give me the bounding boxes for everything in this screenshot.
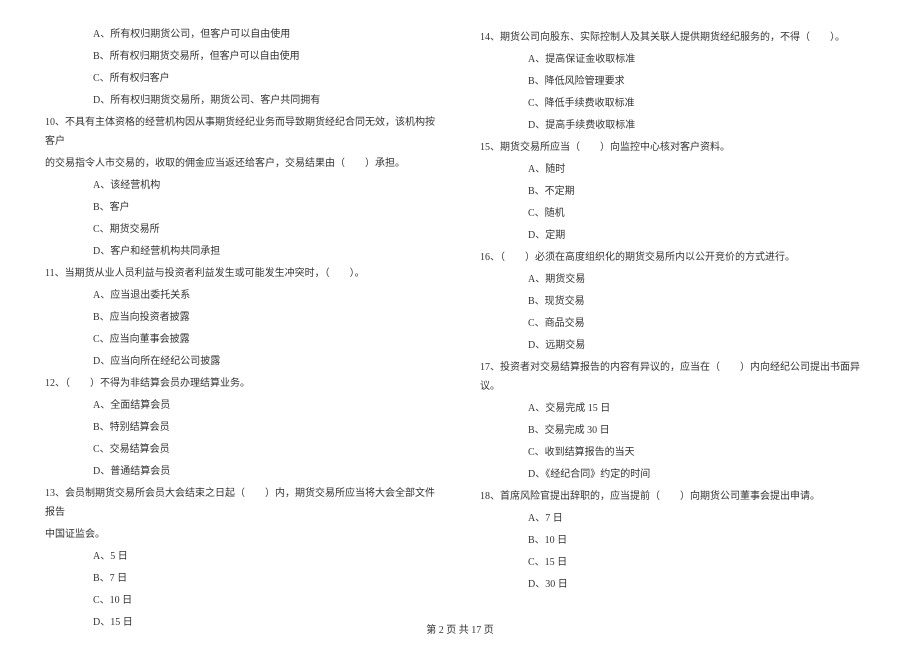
q13-option-b: B、7 日 <box>45 569 440 588</box>
q15-text: 15、期货交易所应当（ ）向监控中心核对客户资料。 <box>480 138 875 157</box>
q9-option-a: A、所有权归期货公司，但客户可以自由使用 <box>45 25 440 44</box>
q9-option-b: B、所有权归期货交易所，但客户可以自由使用 <box>45 47 440 66</box>
q13-text-line1: 13、会员制期货交易所会员大会结束之日起（ ）内，期货交易所应当将大会全部文件报… <box>45 484 440 522</box>
q14-option-b: B、降低风险管理要求 <box>480 72 875 91</box>
q13-option-a: A、5 日 <box>45 547 440 566</box>
q10-text-line1: 10、不具有主体资格的经营机构因从事期货经纪业务而导致期货经纪合同无效，该机构按… <box>45 113 440 151</box>
page-footer: 第 2 页 共 17 页 <box>0 621 920 636</box>
q14-option-a: A、提高保证金收取标准 <box>480 50 875 69</box>
q10-option-d: D、客户和经营机构共同承担 <box>45 242 440 261</box>
q9-option-c: C、所有权归客户 <box>45 69 440 88</box>
q11-option-b: B、应当向投资者披露 <box>45 308 440 327</box>
q15-option-a: A、随时 <box>480 160 875 179</box>
q16-option-d: D、远期交易 <box>480 336 875 355</box>
q12-option-d: D、普通结算会员 <box>45 462 440 481</box>
q10-option-a: A、该经营机构 <box>45 176 440 195</box>
q12-option-b: B、特别结算会员 <box>45 418 440 437</box>
q15-option-d: D、定期 <box>480 226 875 245</box>
q17-option-c: C、收到结算报告的当天 <box>480 443 875 462</box>
q12-text: 12、（ ）不得为非结算会员办理结算业务。 <box>45 374 440 393</box>
q14-option-c: C、降低手续费收取标准 <box>480 94 875 113</box>
q17-text: 17、投资者对交易结算报告的内容有异议的，应当在（ ）内向经纪公司提出书面异议。 <box>480 358 875 396</box>
q16-option-c: C、商品交易 <box>480 314 875 333</box>
q11-option-c: C、应当向董事会披露 <box>45 330 440 349</box>
q10-text-line2: 的交易指令人市交易的，收取的佣金应当返还给客户，交易结果由（ ）承担。 <box>45 154 440 173</box>
q11-option-a: A、应当退出委托关系 <box>45 286 440 305</box>
q17-option-b: B、交易完成 30 日 <box>480 421 875 440</box>
q12-option-a: A、全面结算会员 <box>45 396 440 415</box>
q10-option-b: B、客户 <box>45 198 440 217</box>
q18-option-c: C、15 日 <box>480 553 875 572</box>
q16-option-b: B、现货交易 <box>480 292 875 311</box>
q18-text: 18、首席风险官提出辞职的，应当提前（ ）向期货公司董事会提出申请。 <box>480 487 875 506</box>
q17-option-d: D、《经纪合同》约定的时间 <box>480 465 875 484</box>
q14-text: 14、期货公司向股东、实际控制人及其关联人提供期货经纪服务的，不得（ ）。 <box>480 28 875 47</box>
left-column: A、所有权归期货公司，但客户可以自由使用 B、所有权归期货交易所，但客户可以自由… <box>45 25 440 605</box>
q16-option-a: A、期货交易 <box>480 270 875 289</box>
q13-text-line2: 中国证监会。 <box>45 525 440 544</box>
q14-option-d: D、提高手续费收取标准 <box>480 116 875 135</box>
q18-option-d: D、30 日 <box>480 575 875 594</box>
q15-option-b: B、不定期 <box>480 182 875 201</box>
q12-option-c: C、交易结算会员 <box>45 440 440 459</box>
q16-text: 16、（ ）必须在高度组织化的期货交易所内以公开竞价的方式进行。 <box>480 248 875 267</box>
q17-option-a: A、交易完成 15 日 <box>480 399 875 418</box>
right-column: 14、期货公司向股东、实际控制人及其关联人提供期货经纪服务的，不得（ ）。 A、… <box>480 25 875 605</box>
q13-option-c: C、10 日 <box>45 591 440 610</box>
q11-option-d: D、应当向所在经纪公司披露 <box>45 352 440 371</box>
page-content: A、所有权归期货公司，但客户可以自由使用 B、所有权归期货交易所，但客户可以自由… <box>45 25 875 605</box>
q10-option-c: C、期货交易所 <box>45 220 440 239</box>
q18-option-a: A、7 日 <box>480 509 875 528</box>
q9-option-d: D、所有权归期货交易所，期货公司、客户共同拥有 <box>45 91 440 110</box>
q15-option-c: C、随机 <box>480 204 875 223</box>
q18-option-b: B、10 日 <box>480 531 875 550</box>
q11-text: 11、当期货从业人员利益与投资者利益发生或可能发生冲突时，（ ）。 <box>45 264 440 283</box>
